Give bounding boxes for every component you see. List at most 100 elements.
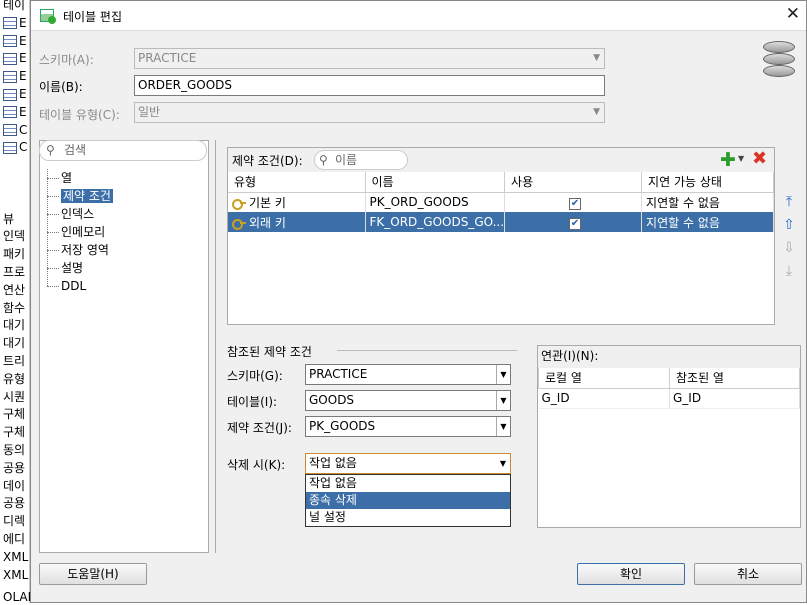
column-header-referenced[interactable]: 참조된 열: [669, 368, 800, 389]
table-icon: [3, 17, 17, 30]
nav-item-columns[interactable]: 열: [39, 169, 113, 187]
background-nav-item: C: [3, 121, 27, 139]
nav-item-label: 인덱스: [61, 207, 95, 221]
column-header-deferrable[interactable]: 지연 가능 상태: [641, 172, 774, 193]
delete-icon[interactable]: ✖: [752, 149, 767, 169]
background-nav-label: 공용: [3, 496, 26, 511]
table-icon: [3, 106, 17, 119]
schema-select[interactable]: PRACTICE ▼: [134, 48, 605, 69]
table-edit-icon: [40, 9, 56, 24]
ref-table-select[interactable]: GOODS ▼: [305, 390, 511, 411]
ref-schema-select[interactable]: PRACTICE ▼: [305, 364, 511, 385]
add-icon[interactable]: ✚: [720, 150, 736, 170]
column-header-name[interactable]: 이름: [365, 172, 506, 193]
table-icon: [3, 70, 17, 83]
nav-tree: 열 제약 조건 인덱스 인메모리 저장 영역 설명 DDL: [39, 169, 113, 295]
background-nav-item: 뷰: [3, 210, 14, 228]
background-nav-label: E: [19, 104, 27, 119]
background-nav-label: 패키: [3, 247, 26, 262]
constraint-name: PK_ORD_GOODS: [365, 192, 506, 212]
enabled-checkbox[interactable]: ✔: [569, 217, 582, 230]
move-up-icon[interactable]: ⇧: [781, 217, 797, 233]
move-bottom-icon[interactable]: ⤓: [781, 263, 797, 279]
on-delete-value: 작업 없음: [309, 456, 357, 470]
nav-item-constraints[interactable]: 제약 조건: [39, 187, 113, 205]
table-icon: [3, 124, 17, 137]
ok-button[interactable]: 확인: [577, 563, 685, 585]
dropdown-option-no-action[interactable]: 작업 없음: [306, 475, 510, 492]
background-nav-item: C: [3, 138, 27, 156]
move-down-icon[interactable]: ⇩: [781, 240, 797, 256]
constraint-deferrable: 지연할 수 없음: [641, 192, 774, 212]
constraint-type: 기본 키: [249, 195, 286, 210]
ref-constraint-select[interactable]: PK_GOODS ▼: [305, 416, 511, 437]
background-nav-label: C: [19, 122, 28, 137]
dropdown-option-cascade[interactable]: 종속 삭제: [306, 492, 510, 509]
background-nav-label: 동의: [3, 443, 26, 457]
table-type-label: 테이블 유형(C):: [39, 108, 120, 122]
referenced-column: G_ID: [669, 388, 800, 409]
search-icon: ⚲: [319, 153, 328, 167]
background-nav-label: 함수: [3, 300, 26, 315]
edit-table-dialog: 테이블 편집 ✕ 스키마(A): PRACTICE ▼ 이름(B): ORDER_…: [30, 0, 807, 603]
table-type-select[interactable]: 일반 ▼: [134, 102, 605, 123]
nav-search-input[interactable]: ⚲ 검색: [39, 140, 207, 161]
background-nav-label: 트리: [3, 354, 26, 368]
constraint-search-input[interactable]: ⚲ 이름: [314, 150, 408, 170]
background-nav-item: E: [3, 49, 27, 67]
background-nav-item: 유형: [3, 370, 25, 388]
table-row[interactable]: G_ID G_ID: [538, 388, 800, 409]
chevron-down-icon: ▼: [593, 107, 600, 117]
table-row[interactable]: 기본 키 PK_ORD_GOODS ✔ 지연할 수 없음: [228, 192, 774, 212]
cancel-button[interactable]: 취소: [694, 563, 802, 585]
background-nav-label: 뷰: [3, 211, 15, 226]
background-nav-label: E: [19, 51, 27, 66]
dropdown-option-set-null[interactable]: 널 설정: [306, 509, 510, 526]
background-nav-item: 인덱: [3, 227, 25, 245]
background-nav-item: 동의: [3, 441, 25, 459]
move-top-icon[interactable]: ⤒: [781, 194, 797, 210]
on-delete-dropdown: 작업 없음 종속 삭제 널 설정: [305, 474, 511, 527]
referenced-constraint-title: 참조된 제약 조건: [227, 345, 312, 359]
divider: [337, 350, 517, 351]
help-button[interactable]: 도움말(H): [39, 563, 147, 585]
constraints-toolbar: 제약 조건(D): ⚲ 이름 ✚ ▼ ✖: [228, 148, 774, 172]
table-type-value: 일반: [138, 105, 161, 119]
name-label: 이름(B):: [39, 80, 83, 94]
nav-item-label: 설명: [61, 261, 84, 275]
column-header-type[interactable]: 유형: [228, 172, 366, 193]
nav-item-storage[interactable]: 저장 영역: [39, 241, 113, 259]
background-nav-label: 연산: [3, 282, 26, 297]
background-nav-label: 에디: [3, 532, 26, 546]
background-nav-label: 대기: [3, 318, 26, 333]
ref-constraint-label: 제약 조건(J):: [227, 421, 292, 435]
chevron-down-icon: ▼: [593, 53, 600, 63]
nav-item-inmemory[interactable]: 인메모리: [39, 223, 113, 241]
schema-value: PRACTICE: [138, 51, 197, 65]
background-nav-item: E: [3, 67, 27, 85]
background-nav-item: 구체: [3, 405, 25, 423]
nav-item-label: 제약 조건: [61, 189, 113, 203]
on-delete-label: 삭제 시(K):: [227, 458, 286, 472]
nav-item-label: DDL: [61, 279, 87, 293]
enabled-checkbox[interactable]: ✔: [569, 197, 582, 210]
nav-item-ddl[interactable]: DDL: [39, 277, 113, 295]
background-nav-label: 디렉: [3, 514, 26, 529]
nav-item-label: 저장 영역: [61, 243, 109, 257]
background-nav-item: XML: [3, 548, 28, 566]
nav-item-comment[interactable]: 설명: [39, 259, 113, 277]
dialog-title: 테이블 편집: [63, 10, 123, 24]
name-input[interactable]: ORDER_GOODS: [134, 75, 605, 96]
chevron-down-icon[interactable]: ▼: [738, 154, 744, 163]
table-row[interactable]: 외래 키 FK_ORD_GOODS_GO... ✔ 지연할 수 없음: [228, 212, 774, 232]
ref-table-label: 테이블(I):: [227, 395, 278, 409]
on-delete-select[interactable]: 작업 없음 ▼: [305, 453, 511, 474]
table-icon: [3, 88, 17, 101]
nav-item-indexes[interactable]: 인덱스: [39, 205, 113, 223]
background-nav-label: E: [19, 69, 27, 84]
close-icon[interactable]: ✕: [786, 4, 800, 24]
local-column: G_ID: [538, 388, 670, 409]
column-header-enabled[interactable]: 사용: [504, 172, 643, 193]
column-header-local[interactable]: 로컬 열: [538, 368, 670, 389]
search-icon: ⚲: [46, 143, 55, 157]
